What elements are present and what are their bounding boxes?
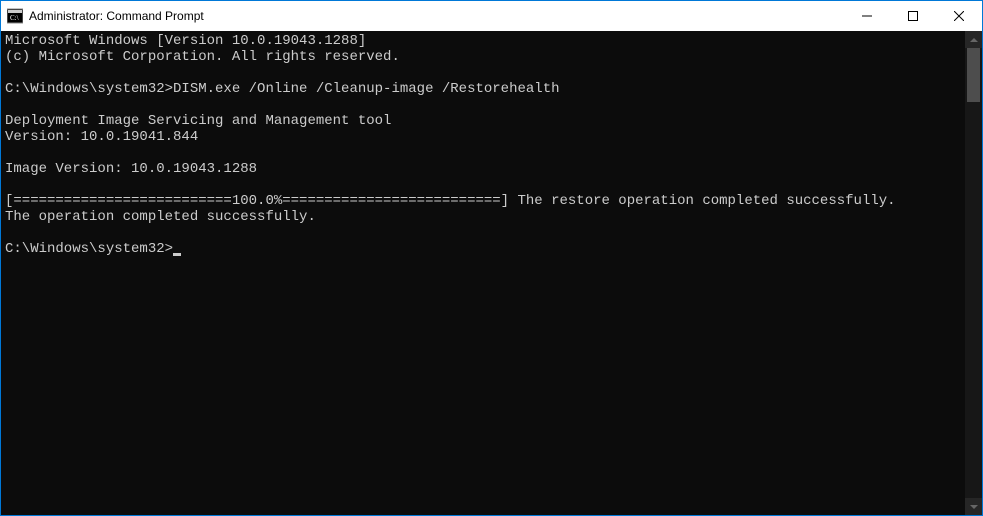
current-prompt: C:\Windows\system32> — [5, 241, 173, 257]
scroll-track[interactable] — [965, 48, 982, 498]
minimize-button[interactable] — [844, 1, 890, 31]
svg-text:C:\: C:\ — [10, 14, 19, 22]
titlebar[interactable]: C:\ Administrator: Command Prompt — [1, 1, 982, 31]
cursor-icon — [173, 253, 181, 256]
window-title: Administrator: Command Prompt — [29, 9, 844, 23]
output-line: (c) Microsoft Corporation. All rights re… — [5, 49, 400, 65]
output-line: Deployment Image Servicing and Managemen… — [5, 113, 391, 129]
vertical-scrollbar[interactable] — [965, 31, 982, 515]
output-line: Version: 10.0.19041.844 — [5, 129, 198, 145]
scroll-thumb[interactable] — [967, 48, 980, 102]
command-line: C:\Windows\system32>DISM.exe /Online /Cl… — [5, 81, 560, 97]
progress-line: [==========================100.0%=======… — [5, 193, 896, 209]
cmd-app-icon: C:\ — [7, 8, 23, 24]
command-prompt-window: C:\ Administrator: Command Prompt Micros… — [1, 1, 982, 515]
scroll-down-button[interactable] — [965, 498, 982, 515]
window-controls — [844, 1, 982, 31]
client-area: Microsoft Windows [Version 10.0.19043.12… — [1, 31, 982, 515]
close-button[interactable] — [936, 1, 982, 31]
output-line: The operation completed successfully. — [5, 209, 316, 225]
output-line: Image Version: 10.0.19043.1288 — [5, 161, 257, 177]
maximize-button[interactable] — [890, 1, 936, 31]
scroll-up-button[interactable] — [965, 31, 982, 48]
terminal-output[interactable]: Microsoft Windows [Version 10.0.19043.12… — [1, 31, 965, 515]
output-line: Microsoft Windows [Version 10.0.19043.12… — [5, 33, 366, 49]
